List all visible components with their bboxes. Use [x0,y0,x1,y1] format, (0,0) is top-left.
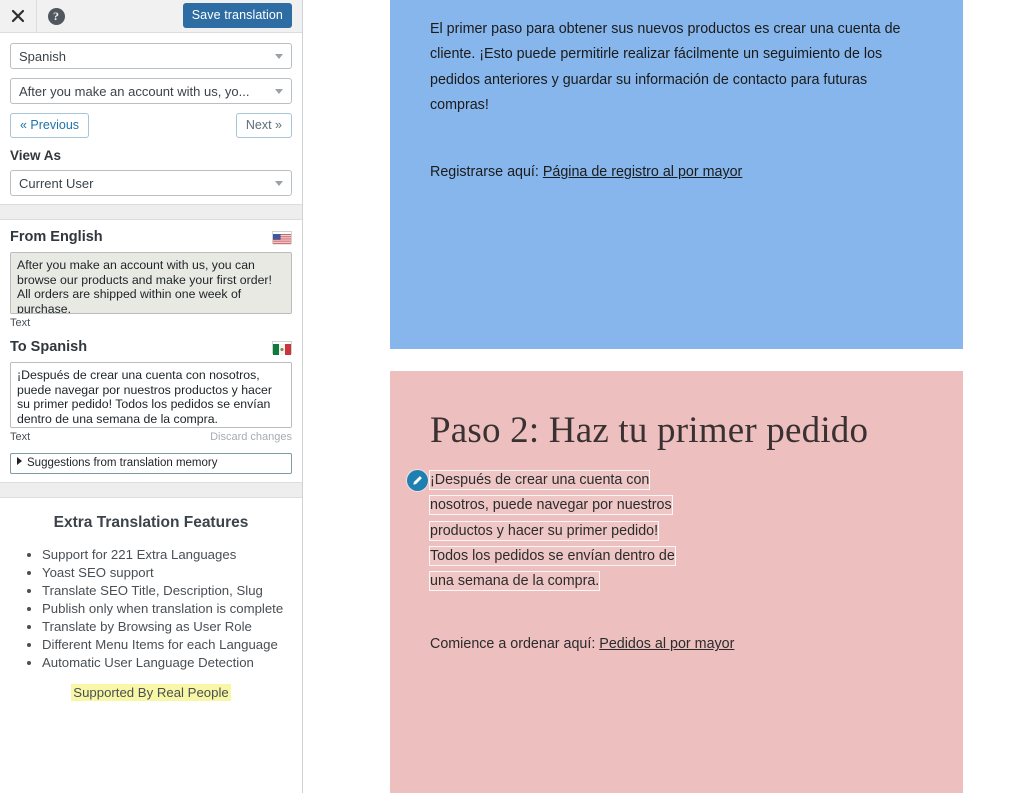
source-field-footer: Text [10,317,292,329]
help-glyph: ? [47,7,65,25]
translation-sidebar: ? Save translation Spanish After you mak… [0,0,303,793]
blue-content-block: El primer paso para obtener sus nuevos p… [390,0,963,349]
list-item: Automatic User Language Detection [42,654,288,671]
pencil-icon[interactable] [407,470,428,491]
list-item: Yoast SEO support [42,564,288,581]
extra-features-list: Support for 221 Extra Languages Yoast SE… [14,546,288,671]
extra-features-title: Extra Translation Features [53,514,249,531]
help-icon[interactable]: ? [37,0,75,32]
extra-features-panel: Extra Translation Features Support for 2… [0,498,302,701]
target-field-label: Text [10,431,31,443]
list-item: Translate SEO Title, Description, Slug [42,582,288,599]
blue-cta: Registrarse aquí: Página de registro al … [430,160,923,185]
view-as-select[interactable]: Current User [10,170,292,196]
view-as-select-value: Current User [19,175,94,191]
paragraph-segment: nosotros, puede navegar por nuestros [430,496,672,515]
save-translation-button[interactable]: Save translation [182,3,292,28]
section-divider [0,204,302,220]
blue-paragraph: El primer paso para obtener sus nuevos p… [430,21,901,113]
string-select-value: After you make an account with us, yo... [19,83,250,99]
chevron-down-icon [275,89,283,94]
list-item: Different Menu Items for each Language [42,636,288,653]
section-divider-2 [0,482,302,498]
pink-content-block: Paso 2: Haz tu primer pedido ¡Después de… [390,371,963,793]
close-icon[interactable] [0,0,37,32]
language-select[interactable]: Spanish [10,43,292,69]
source-heading: From English [10,229,103,245]
pink-cta-link[interactable]: Pedidos al por mayor [599,636,734,652]
next-button[interactable]: Next » [235,113,292,138]
pagination-row: « Previous Next » [10,113,292,138]
paragraph-segment: una semana de la compra. [430,572,600,591]
sidebar-toolbar: ? Save translation [0,0,302,33]
language-select-value: Spanish [19,48,66,64]
sidebar-controls: Spanish After you make an account with u… [0,33,302,204]
translation-panel: From English Text To Spanish [0,220,302,482]
blue-cta-link[interactable]: Página de registro al por mayor [543,164,742,180]
target-heading: To Spanish [10,339,88,355]
suggestions-disclosure[interactable]: Suggestions from translation memory [10,453,292,474]
list-item: Translate by Browsing as User Role [42,618,288,635]
list-item: Publish only when translation is complet… [42,600,288,617]
us-flag-icon [272,230,292,245]
target-header: To Spanish [10,339,292,355]
source-header: From English [10,229,292,245]
source-field-label: Text [10,317,31,329]
list-item: Support for 221 Extra Languages [42,546,288,563]
target-textarea[interactable] [10,362,292,428]
pink-cta-prefix: Comience a ordenar aquí: [430,636,600,653]
editable-paragraph-wrapper: ¡Después de crear una cuenta con nosotro… [407,468,923,594]
blue-cta-prefix: Registrarse aquí: [430,164,543,181]
discard-changes-link[interactable]: Discard changes [210,431,292,443]
pink-editable-paragraph[interactable]: ¡Después de crear una cuenta con nosotro… [430,468,923,594]
paragraph-segment: productos y hacer su primer pedido! [430,521,659,540]
page-preview: El primer paso para obtener sus nuevos p… [304,0,1024,793]
source-textarea[interactable] [10,252,292,314]
string-select[interactable]: After you make an account with us, yo... [10,78,292,104]
chevron-down-icon [275,181,283,186]
supported-highlight: Supported By Real People [71,684,231,701]
paragraph-segment: Todos los pedidos se envían dentro de [430,546,675,565]
paragraph-segment: ¡Después de crear una cuenta con [430,471,650,489]
suggestions-label: Suggestions from translation memory [27,457,218,469]
triangle-right-icon [17,457,22,465]
pink-heading: Paso 2: Haz tu primer pedido [430,410,869,451]
previous-button[interactable]: « Previous [10,113,90,138]
pink-cta: Comience a ordenar aquí: Pedidos al por … [430,632,923,657]
supported-by-real-people: Supported By Real People [14,684,288,701]
mx-flag-icon [272,340,292,355]
target-field-footer: Text Discard changes [10,431,292,443]
view-as-label: View As [10,148,62,163]
chevron-down-icon [275,54,283,59]
